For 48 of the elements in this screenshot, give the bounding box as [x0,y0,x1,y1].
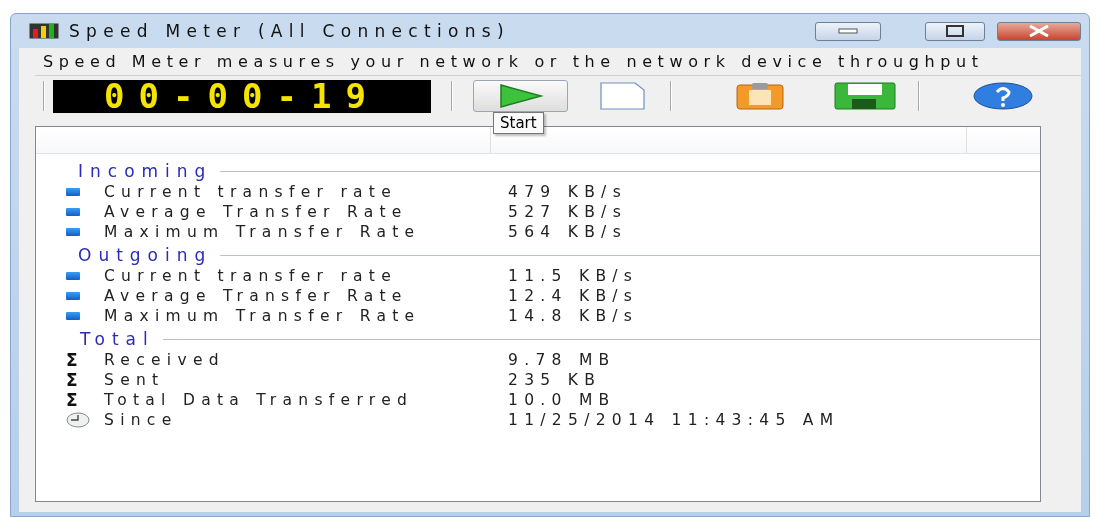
play-button[interactable] [473,80,568,112]
stat-value: 11.5 KB/s [508,267,640,285]
stat-label: Maximum Transfer Rate [104,307,422,325]
stat-value: 9.78 MB [508,351,617,369]
bullet-icon [66,188,80,196]
stat-value: 527 KB/s [508,203,628,221]
stat-label: Since [104,411,179,429]
stat-value: 235 KB [508,371,603,389]
stat-value: 11/25/2014 11:43:45 AM [508,411,841,429]
section-title: Outgoing [78,245,213,265]
description-text: Speed Meter measures your network or the network device throughput [35,48,1081,76]
stat-label: Sent [104,371,166,389]
maximize-icon [946,25,964,37]
section-title: Total [80,329,155,349]
stat-label: Average Transfer Rate [104,287,409,305]
help-icon [972,82,1034,110]
document-icon [598,82,646,110]
elapsed-time-display: 00-00-19 [53,79,431,113]
maximize-button[interactable] [925,21,985,41]
sigma-icon: Σ [66,351,104,369]
bullet-icon [66,292,80,300]
stat-label: Total Data Transferred [104,391,415,409]
stat-label: Current transfer rate [104,183,399,201]
bullet-icon [66,312,80,320]
close-button[interactable] [997,21,1081,41]
stat-value: 14.8 KB/s [508,307,640,325]
stat-label: Average Transfer Rate [104,203,409,221]
stat-label: Received [104,351,226,369]
bullet-icon [66,208,80,216]
minimize-icon [838,28,858,34]
close-icon [1027,25,1051,37]
stat-label: Current transfer rate [104,267,399,285]
bar-chart-icon [29,23,59,39]
stat-value: 564 KB/s [508,223,628,241]
bullet-icon [66,228,80,236]
stat-value: 12.4 KB/s [508,287,640,305]
stat-value: 479 KB/s [508,183,628,201]
bullet-icon [66,272,80,280]
tooltip: Start [493,112,544,134]
stat-value: 10.0 MB [508,391,617,409]
clipboard-icon [735,82,785,110]
sigma-icon: Σ [66,371,104,389]
clock-icon [66,412,90,428]
window-title: Speed Meter (All Connections) [69,21,511,41]
minimize-button[interactable] [815,21,881,41]
section-title: Incoming [78,161,213,181]
sigma-icon: Σ [66,391,104,409]
stat-label: Maximum Transfer Rate [104,223,422,241]
